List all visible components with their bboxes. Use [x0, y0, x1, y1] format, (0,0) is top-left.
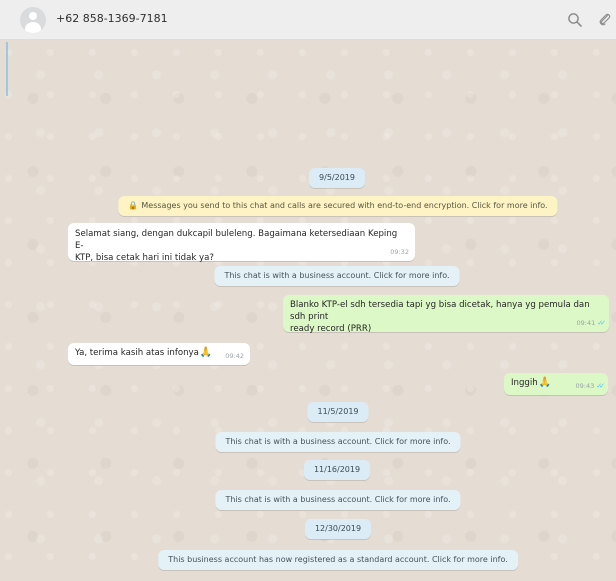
- message-line: Blanko KTP-el sdh tersedia tapi yg bisa …: [290, 300, 590, 322]
- read-receipt-icon: ✓✓: [597, 319, 606, 327]
- message-time-wrapper: 09:41 ✓✓: [576, 317, 606, 329]
- search-icon[interactable]: [567, 12, 583, 28]
- outgoing-message[interactable]: Inggih🙏 09:43 ✓✓: [504, 373, 608, 395]
- contact-name[interactable]: +62 858-1369-7181: [56, 12, 168, 25]
- message-text: Ya, terima kasih atas infonya: [75, 348, 199, 358]
- encryption-notice[interactable]: 🔒 Messages you send to this chat and call…: [118, 196, 558, 216]
- date-divider: 11/5/2019: [307, 402, 369, 422]
- message-time: 09:41: [576, 319, 596, 327]
- pray-emoji-icon: 🙏: [199, 347, 213, 358]
- message-line: KTP, bisa cetak hari ini tidak ya?: [75, 253, 214, 263]
- avatar[interactable]: [20, 7, 46, 33]
- incoming-message[interactable]: Selamat siang, dengan dukcapil buleleng.…: [68, 223, 415, 263]
- avatar-body-shape: [25, 22, 41, 33]
- message-line: ready record (PRR): [290, 324, 372, 334]
- date-divider: 9/5/2019: [309, 168, 365, 188]
- message-time: 09:43: [575, 382, 595, 390]
- lock-icon: 🔒: [128, 201, 139, 210]
- encryption-text: Messages you send to this chat and calls…: [141, 201, 548, 210]
- date-divider: 12/30/2019: [304, 519, 372, 539]
- message-time-wrapper: 09:43 ✓✓: [575, 380, 605, 392]
- message-line: Selamat siang, dengan dukcapil buleleng.…: [75, 229, 398, 251]
- message-text: Inggih: [511, 378, 538, 388]
- pray-emoji-icon: 🙏: [538, 377, 552, 388]
- read-receipt-icon: ✓✓: [596, 382, 605, 390]
- avatar-head-shape: [29, 12, 37, 20]
- scroll-edge: [6, 42, 8, 96]
- standard-account-notice[interactable]: This business account has now registered…: [158, 550, 518, 570]
- business-account-notice[interactable]: This chat is with a business account. Cl…: [215, 490, 461, 510]
- business-account-notice[interactable]: This chat is with a business account. Cl…: [215, 432, 461, 452]
- date-divider: 11/16/2019: [303, 460, 371, 480]
- message-time: 09:42: [225, 352, 244, 360]
- message-time: 09:32: [390, 248, 409, 256]
- attach-icon[interactable]: [597, 12, 613, 28]
- chat-header: +62 858-1369-7181: [0, 0, 616, 40]
- outgoing-message[interactable]: Blanko KTP-el sdh tersedia tapi yg bisa …: [283, 295, 609, 334]
- incoming-message[interactable]: Ya, terima kasih atas infonya🙏 09:42: [68, 343, 250, 365]
- business-account-notice[interactable]: This chat is with a business account. Cl…: [214, 266, 460, 286]
